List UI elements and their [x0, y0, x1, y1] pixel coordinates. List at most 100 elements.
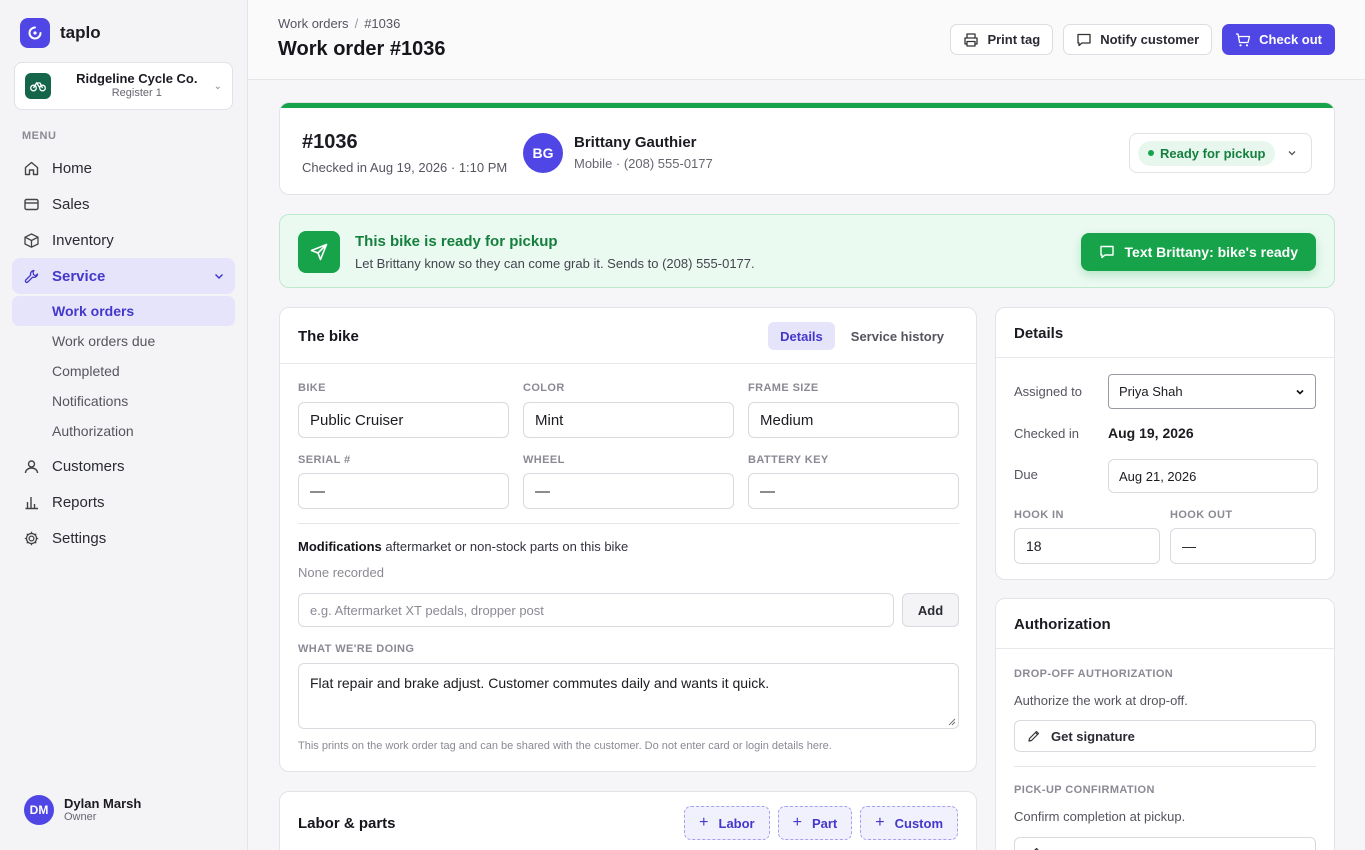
bike-card-title: The bike — [298, 328, 359, 345]
service-subnav: Work orders Work orders due Completed No… — [12, 296, 235, 446]
status-badge: Ready for pickup — [1138, 140, 1276, 166]
frame-size-label: FRAME SIZE — [748, 382, 819, 394]
work-description-text: Flat repair and brake adjust. Customer c… — [310, 675, 770, 691]
add-part-button[interactable]: + Part — [777, 806, 853, 840]
wrench-icon — [22, 267, 40, 285]
sidebar-item-customers[interactable]: Customers — [12, 448, 235, 484]
customer-phone: Mobile · (208) 555-0177 — [574, 156, 713, 171]
assigned-value: Priya Shah — [1119, 384, 1183, 399]
sidebar-subitem-completed[interactable]: Completed — [12, 356, 235, 386]
frame-size-input[interactable]: Medium — [748, 402, 959, 438]
work-description-textarea[interactable]: Flat repair and brake adjust. Customer c… — [298, 663, 959, 729]
work-order-summary: #1036 Checked in Aug 19, 2026 · 1:10 PM … — [279, 102, 1335, 195]
sidebar-item-settings[interactable]: Settings — [12, 520, 235, 556]
pickup-signature-button[interactable] — [1014, 837, 1316, 850]
status-label: Ready for pickup — [1160, 145, 1266, 161]
sidebar-subitem-notifications[interactable]: Notifications — [12, 386, 235, 416]
serial-input[interactable]: — — [298, 473, 509, 509]
taplo-logo-icon — [20, 18, 50, 48]
breadcrumb-current: #1036 — [364, 16, 401, 31]
serial-label: SERIAL # — [298, 454, 351, 466]
bike-input[interactable]: Public Cruiser — [298, 402, 509, 438]
page-header: Work orders / #1036 Work order #1036 Print… — [248, 0, 1365, 80]
add-custom-button[interactable]: + Custom — [860, 806, 958, 840]
bike-card: The bike Details Service history BIKE Pu… — [279, 307, 977, 772]
wheel-label: WHEEL — [523, 454, 565, 466]
hook-in-label: HOOK IN — [1014, 509, 1064, 521]
wheel-input[interactable]: — — [523, 473, 734, 509]
user-profile[interactable]: DM Dylan Marsh Owner — [24, 795, 141, 825]
sidebar-subitem-work-orders[interactable]: Work orders — [12, 296, 235, 326]
sidebar-item-reports[interactable]: Reports — [12, 484, 235, 520]
text-customer-button[interactable]: Text Brittany: bike's ready — [1080, 233, 1316, 271]
avatar: DM — [24, 795, 54, 825]
user-icon — [22, 457, 40, 475]
tab-service-history[interactable]: Service history — [839, 322, 956, 350]
sidebar-item-label: Home — [52, 159, 93, 177]
modification-input[interactable]: e.g. Aftermarket XT pedals, dropper post — [298, 593, 894, 627]
battery-key-input[interactable]: — — [748, 473, 959, 509]
color-input[interactable]: Mint — [523, 402, 734, 438]
sidebar-item-label: Sales — [52, 195, 90, 213]
hook-out-input[interactable]: — — [1170, 528, 1316, 564]
sidebar-item-home[interactable]: Home — [12, 150, 235, 186]
sidebar-item-service[interactable]: Service — [12, 258, 235, 294]
details-card: Details Assigned to Priya Shah Checked i… — [995, 307, 1335, 580]
register-name: Register 1 — [111, 87, 162, 99]
battery-key-label: BATTERY KEY — [748, 454, 829, 466]
notify-customer-button[interactable]: Notify customer — [1063, 24, 1213, 55]
checked-in-label: Checked in — [1014, 426, 1080, 441]
bike-label: BIKE — [298, 382, 326, 394]
get-signature-button[interactable]: Get signature — [1014, 720, 1316, 752]
brand[interactable]: taplo — [20, 18, 101, 48]
user-role: Owner — [64, 811, 97, 823]
authorization-title: Authorization — [1014, 616, 1111, 633]
sidebar-item-label: Service — [52, 267, 106, 285]
check-out-button[interactable]: Check out — [1222, 24, 1335, 55]
plus-icon: + — [792, 814, 802, 831]
chevron-down-icon — [1287, 148, 1297, 158]
resize-handle-icon[interactable] — [947, 717, 956, 726]
check-out-label: Check out — [1259, 32, 1322, 47]
chevron-down-icon — [1295, 387, 1305, 397]
dropoff-auth-text: Authorize the work at drop-off. — [1014, 693, 1188, 708]
sidebar-item-sales[interactable]: Sales — [12, 186, 235, 222]
print-tag-button[interactable]: Print tag — [950, 24, 1054, 55]
pen-icon — [1027, 729, 1041, 743]
breadcrumb-work-orders[interactable]: Work orders — [278, 16, 349, 31]
labor-parts-title: Labor & parts — [298, 815, 396, 832]
user-name: Dylan Marsh — [64, 796, 142, 811]
dropoff-auth-label: DROP-OFF AUTHORIZATION — [1014, 668, 1174, 680]
status-dot — [1148, 150, 1154, 156]
add-labor-button[interactable]: + Labor — [684, 806, 770, 840]
card-icon — [22, 195, 40, 213]
customer-name[interactable]: Brittany Gauthier — [574, 134, 697, 151]
customer-avatar: BG — [523, 133, 563, 173]
assigned-label: Assigned to — [1014, 384, 1082, 399]
brand-name: taplo — [60, 23, 101, 42]
sidebar-nav: Home Sales Inventory Service Work orders — [12, 150, 235, 556]
sidebar-item-inventory[interactable]: Inventory — [12, 222, 235, 258]
status-bar — [280, 103, 1334, 108]
page-title: Work order #1036 — [278, 38, 446, 60]
store-switcher[interactable]: Ridgeline Cycle Co. Register 1 ⌄ — [14, 62, 233, 110]
sidebar-subitem-authorization[interactable]: Authorization — [12, 416, 235, 446]
tab-details[interactable]: Details — [768, 322, 835, 350]
assigned-select[interactable]: Priya Shah — [1108, 374, 1316, 409]
add-labor-label: Labor — [718, 815, 755, 831]
pen-icon — [1027, 846, 1041, 850]
due-date-input[interactable]: Aug 21, 2026 — [1108, 459, 1318, 493]
pickup-confirm-label: PICK-UP CONFIRMATION — [1014, 784, 1155, 796]
gear-icon — [22, 529, 40, 547]
banner-subtitle: Let Brittany know so they can come grab … — [355, 256, 755, 271]
add-modification-button[interactable]: Add — [902, 593, 959, 627]
add-custom-label: Custom — [894, 815, 943, 831]
print-tag-label: Print tag — [987, 32, 1041, 47]
breadcrumb-separator: / — [354, 16, 359, 31]
cart-icon — [1235, 32, 1251, 48]
work-description-note: This prints on the work order tag and ca… — [298, 740, 832, 752]
hook-in-input[interactable]: 18 — [1014, 528, 1160, 564]
sidebar-subitem-work-orders-due[interactable]: Work orders due — [12, 326, 235, 356]
status-select[interactable]: Ready for pickup — [1129, 133, 1312, 173]
pickup-confirm-text: Confirm completion at pickup. — [1014, 809, 1186, 824]
